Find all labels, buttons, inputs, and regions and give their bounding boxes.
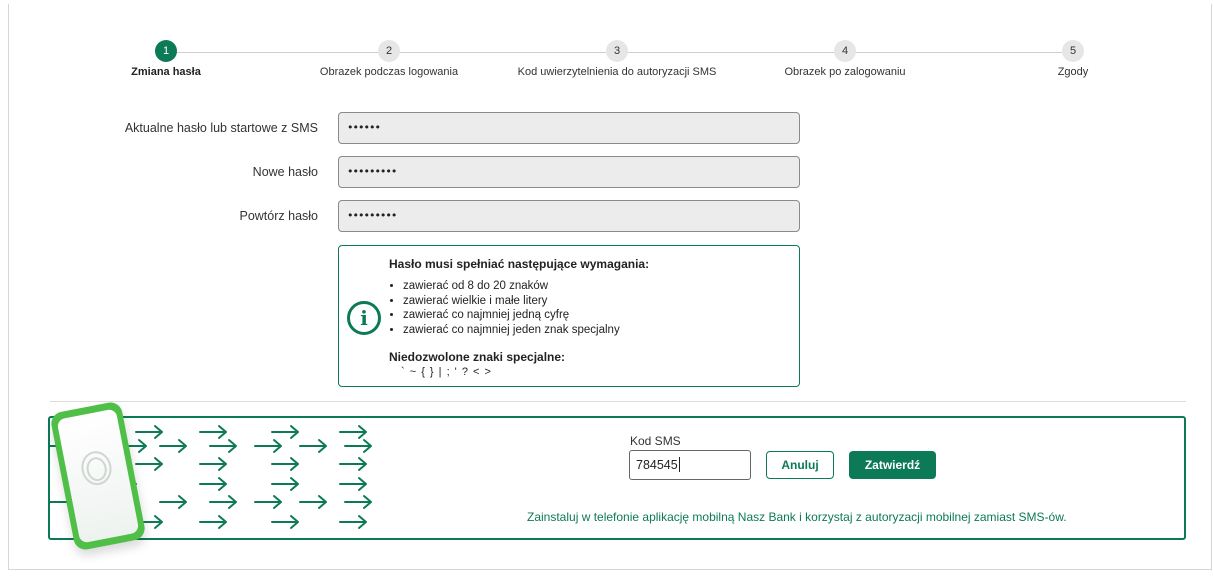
arrow-shape xyxy=(299,495,327,509)
step-5-label: Zgody xyxy=(1057,66,1089,78)
arrow-shape xyxy=(271,457,299,471)
arrow-shape xyxy=(339,425,367,439)
step-2[interactable]: 2 Obrazek podczas logowania xyxy=(289,40,489,78)
requirement-item: zawierać co najmniej jedną cyfrę xyxy=(403,308,620,323)
new-password-input[interactable]: ••••••••• xyxy=(338,156,800,188)
current-password-row: Aktualne hasło lub startowe z SMS •••••• xyxy=(0,112,1214,144)
arrow-shape xyxy=(339,457,367,471)
requirement-item: zawierać co najmniej jeden znak specjaln… xyxy=(403,323,620,338)
password-requirements-box: i Hasło musi spełniać następujące wymaga… xyxy=(338,245,800,387)
arrow-shape xyxy=(199,457,227,471)
requirement-item: zawierać wielkie i małe litery xyxy=(403,294,620,309)
arrow-shape xyxy=(299,439,327,453)
step-3-label: Kod uwierzytelnienia do autoryzacji SMS xyxy=(517,66,717,78)
arrow-shape xyxy=(199,515,227,529)
arrow-shape xyxy=(254,495,282,509)
arrow-shape xyxy=(271,425,299,439)
current-password-label: Aktualne hasło lub startowe z SMS xyxy=(124,121,318,135)
step-4[interactable]: 4 Obrazek po zalogowaniu xyxy=(745,40,945,78)
submit-button[interactable]: Zatwierdź xyxy=(849,451,936,479)
forbidden-chars-title: Niedozwolone znaki specjalne: xyxy=(389,350,566,364)
arrow-shape xyxy=(135,425,163,439)
forbidden-chars: ` ~ { } | ; ' ? < > xyxy=(401,366,492,378)
step-1-number: 1 xyxy=(155,40,177,62)
repeat-password-row: Powtórz hasło ••••••••• xyxy=(0,200,1214,232)
new-password-label: Nowe hasło xyxy=(252,165,318,179)
arrow-shape xyxy=(209,495,237,509)
step-4-number: 4 xyxy=(834,40,856,62)
arrow-shape xyxy=(209,439,237,453)
step-3[interactable]: 3 Kod uwierzytelnienia do autoryzacji SM… xyxy=(517,40,717,78)
arrow-shape xyxy=(271,477,299,491)
step-1[interactable]: 1 Zmiana hasła xyxy=(66,40,266,78)
step-2-label: Obrazek podczas logowania xyxy=(319,66,459,78)
step-4-label: Obrazek po zalogowaniu xyxy=(784,66,906,78)
arrow-shape xyxy=(344,495,372,509)
arrow-shape xyxy=(254,439,282,453)
step-3-number: 3 xyxy=(606,40,628,62)
requirement-item: zawierać od 8 do 20 znaków xyxy=(403,279,620,294)
cancel-button[interactable]: Anuluj xyxy=(766,451,834,479)
arrow-shape xyxy=(339,477,367,491)
sms-code-value: 784545 xyxy=(636,458,678,472)
arrow-shape xyxy=(135,457,163,471)
repeat-password-input[interactable]: ••••••••• xyxy=(338,200,800,232)
repeat-password-label: Powtórz hasło xyxy=(239,209,318,223)
arrow-shape xyxy=(344,439,372,453)
info-icon: i xyxy=(347,301,381,335)
arrow-shape xyxy=(159,495,187,509)
arrow-shape xyxy=(159,439,187,453)
sms-code-label: Kod SMS xyxy=(630,434,681,448)
step-2-number: 2 xyxy=(378,40,400,62)
sms-code-input[interactable]: 784545 xyxy=(629,450,751,480)
current-password-input[interactable]: •••••• xyxy=(338,112,800,144)
text-caret xyxy=(678,457,680,472)
mobile-app-promo: Zainstaluj w telefonie aplikację mobilną… xyxy=(527,510,1067,524)
new-password-row: Nowe hasło ••••••••• xyxy=(0,156,1214,188)
arrow-shape xyxy=(199,477,227,491)
section-divider xyxy=(50,401,1186,402)
step-5-number: 5 xyxy=(1062,40,1084,62)
step-1-label: Zmiana hasła xyxy=(131,66,201,78)
arrow-shape xyxy=(271,515,299,529)
requirements-list: zawierać od 8 do 20 znaków zawierać wiel… xyxy=(389,279,620,337)
arrow-shape xyxy=(199,425,227,439)
requirements-title: Hasło musi spełniać następujące wymagani… xyxy=(389,257,650,271)
arrow-shape xyxy=(339,515,367,529)
step-5[interactable]: 5 Zgody xyxy=(973,40,1173,78)
